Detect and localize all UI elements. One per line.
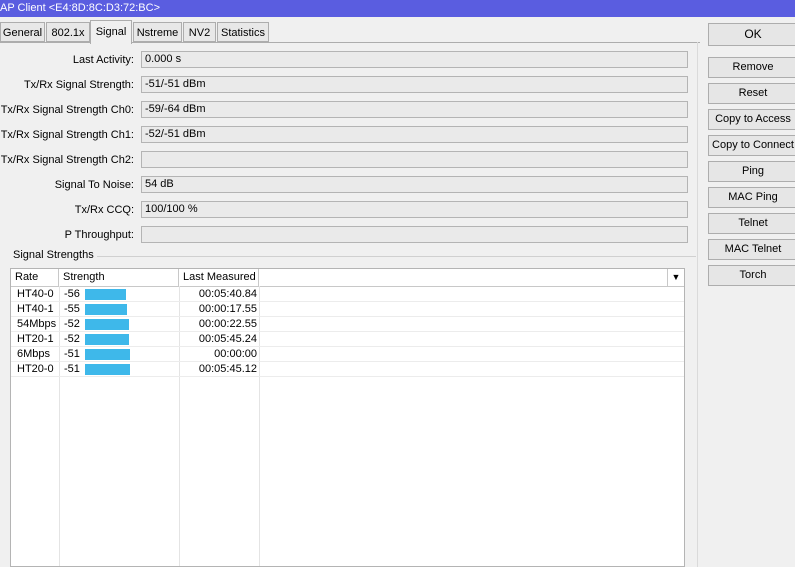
reset-button[interactable]: Reset	[708, 83, 795, 104]
strength-bar	[85, 319, 129, 330]
last-measured-cell: 00:00:17.55	[198, 303, 257, 315]
tab-statistics[interactable]: Statistics	[217, 22, 269, 42]
column-last-measured[interactable]: Last Measured	[179, 269, 259, 286]
p-throughput-field[interactable]	[141, 226, 688, 243]
last-activity-field[interactable]: 0.000 s	[141, 51, 688, 68]
ccq-label: Tx/Rx CCQ:	[74, 204, 134, 216]
tab-8021x[interactable]: 802.1x	[46, 22, 90, 42]
strength-cell: -52	[64, 318, 80, 330]
last-measured-cell: 00:00:00	[214, 348, 257, 360]
signal-strength-ch1-label: Tx/Rx Signal Strength Ch1:	[0, 129, 134, 141]
panel-divider	[697, 42, 698, 567]
signal-to-noise-label: Signal To Noise:	[54, 179, 134, 191]
signal-strengths-group-title: Signal Strengths	[4, 249, 97, 261]
column-strength[interactable]: Strength	[59, 269, 179, 286]
rate-cell: HT20-1	[17, 333, 54, 345]
window-title: AP Client <E4:8D:8C:D3:72:BC>	[0, 2, 160, 14]
signal-strength-ch0-label: Tx/Rx Signal Strength Ch0:	[0, 104, 134, 116]
ping-button[interactable]: Ping	[708, 161, 795, 182]
signal-strength-ch1-field[interactable]: -52/-51 dBm	[141, 126, 688, 143]
strength-bar	[85, 364, 130, 375]
mac-ping-button[interactable]: MAC Ping	[708, 187, 795, 208]
copy-to-connect-button[interactable]: Copy to Connect	[708, 135, 795, 156]
tab-nv2[interactable]: NV2	[183, 22, 216, 42]
tab-nstreme[interactable]: Nstreme	[133, 22, 182, 42]
window-titlebar: AP Client <E4:8D:8C:D3:72:BC>	[0, 0, 795, 17]
torch-button[interactable]: Torch	[708, 265, 795, 286]
signal-strength-ch0-field[interactable]: -59/-64 dBm	[141, 101, 688, 118]
remove-button[interactable]: Remove	[708, 57, 795, 78]
table-row[interactable]: HT20-1 -52 00:05:45.24	[11, 332, 684, 347]
strength-bar	[85, 289, 126, 300]
table-header: Rate Strength Last Measured ▼	[11, 269, 684, 287]
signal-strength-ch2-field[interactable]	[141, 151, 688, 168]
rate-cell: HT20-0	[17, 363, 54, 375]
column-rate[interactable]: Rate	[11, 269, 59, 286]
rate-cell: HT40-0	[17, 288, 54, 300]
last-measured-cell: 00:05:40.84	[198, 288, 257, 300]
rate-cell: 6Mbps	[17, 348, 51, 360]
strength-cell: -51	[64, 348, 80, 360]
strength-cell: -55	[64, 303, 80, 315]
rate-cell: 54Mbps	[17, 318, 57, 330]
strength-bar	[85, 349, 130, 360]
rate-cell: HT40-1	[17, 303, 54, 315]
strength-cell: -52	[64, 333, 80, 345]
signal-to-noise-field[interactable]: 54 dB	[141, 176, 688, 193]
tab-general[interactable]: General	[0, 22, 45, 42]
ccq-field[interactable]: 100/100 %	[141, 201, 688, 218]
tab-signal[interactable]: Signal	[90, 20, 132, 44]
signal-strength-label: Tx/Rx Signal Strength:	[23, 79, 134, 91]
group-divider	[4, 256, 696, 257]
mac-telnet-button[interactable]: MAC Telnet	[708, 239, 795, 260]
table-row[interactable]: 6Mbps -51 00:00:00	[11, 347, 684, 362]
table-row[interactable]: HT20-0 -51 00:05:45.12	[11, 362, 684, 377]
strength-bar	[85, 304, 127, 315]
last-measured-cell: 00:00:22.55	[198, 318, 257, 330]
strength-cell: -56	[64, 288, 80, 300]
triangle-down-icon[interactable]: ▼	[667, 269, 684, 286]
last-activity-label: Last Activity:	[72, 54, 134, 66]
table-row[interactable]: 54Mbps -52 00:00:22.55	[11, 317, 684, 332]
last-measured-cell: 00:05:45.12	[198, 363, 257, 375]
ok-button[interactable]: OK	[708, 23, 795, 46]
table-row[interactable]: HT40-0 -56 00:05:40.84	[11, 287, 684, 302]
signal-strength-ch2-label: Tx/Rx Signal Strength Ch2:	[0, 154, 134, 166]
strength-bar	[85, 334, 129, 345]
p-throughput-label: P Throughput:	[64, 229, 134, 241]
copy-to-access-button[interactable]: Copy to Access	[708, 109, 795, 130]
table-row[interactable]: HT40-1 -55 00:00:17.55	[11, 302, 684, 317]
signal-strengths-table[interactable]: Rate Strength Last Measured ▼ HT40-0 -56…	[10, 268, 685, 567]
strength-cell: -51	[64, 363, 80, 375]
last-measured-cell: 00:05:45.24	[198, 333, 257, 345]
signal-strength-field[interactable]: -51/-51 dBm	[141, 76, 688, 93]
telnet-button[interactable]: Telnet	[708, 213, 795, 234]
